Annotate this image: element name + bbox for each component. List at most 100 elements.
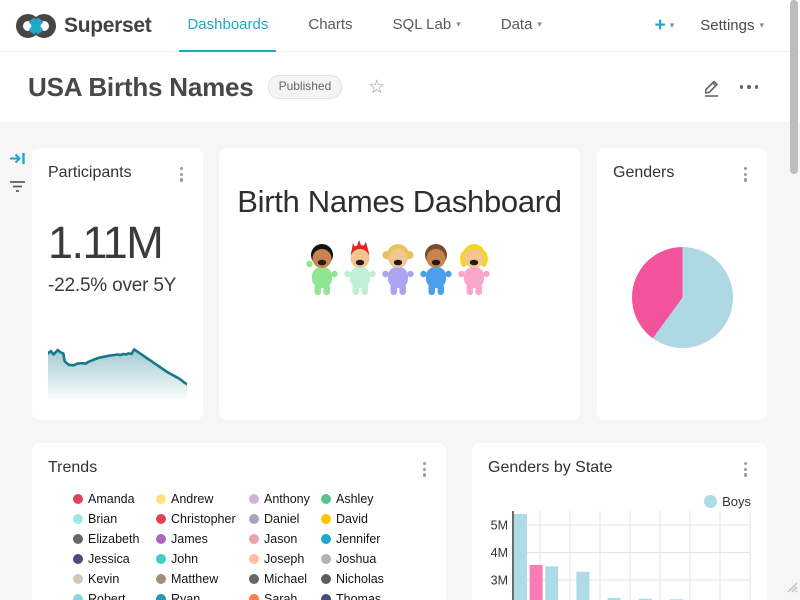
vertical-scrollbar-thumb[interactable] — [790, 0, 798, 174]
legend-label: Robert — [88, 592, 126, 600]
legend-swatch — [321, 554, 331, 564]
legend-item[interactable]: Kevin — [73, 569, 156, 589]
nav-tab-charts[interactable]: Charts — [300, 0, 360, 52]
legend-item[interactable]: James — [156, 529, 249, 549]
legend-label: Thomas — [336, 592, 381, 600]
legend-item[interactable]: Andrew — [156, 489, 249, 509]
legend-item[interactable]: Jessica — [73, 549, 156, 569]
legend-swatch — [156, 554, 166, 564]
legend-swatch — [321, 494, 331, 504]
legend-label: Ashley — [336, 492, 374, 506]
caret-down-icon: ▾ — [537, 20, 542, 29]
favorite-star-icon[interactable]: ☆ — [368, 76, 385, 99]
bar — [576, 572, 589, 600]
legend-swatch — [73, 594, 83, 600]
published-badge[interactable]: Published — [268, 75, 343, 99]
kebab-menu-icon[interactable] — [419, 459, 430, 480]
expand-filter-bar-icon[interactable] — [8, 150, 27, 167]
legend-item[interactable]: Elizabeth — [73, 529, 156, 549]
top-nav: Superset Dashboards Charts SQL Lab ▾ Dat… — [0, 0, 800, 52]
new-button[interactable]: + ▾ — [655, 16, 675, 35]
big-number-subheader: -22.5% over 5Y — [48, 275, 187, 297]
legend-item[interactable]: Amanda — [73, 489, 156, 509]
legend-label: Andrew — [171, 492, 213, 506]
legend-item[interactable]: Christopher — [156, 509, 249, 529]
brand-text: Superset — [64, 14, 151, 38]
caret-down-icon: ▾ — [759, 21, 764, 30]
dashboard-header: USA Births Names Published ☆ — [0, 52, 800, 122]
legend-swatch — [249, 554, 259, 564]
legend-label: Kevin — [88, 572, 119, 586]
legend-item[interactable]: Joseph — [249, 549, 321, 569]
legend-item[interactable]: Anthony — [249, 489, 321, 509]
legend-swatch — [73, 554, 83, 564]
genders-by-state-chart: 5M4M3M — [488, 505, 751, 600]
legend-label: Michael — [264, 572, 307, 586]
legend-swatch — [321, 514, 331, 524]
plus-icon: + — [655, 16, 666, 35]
trends-card: Trends Amanda Andrew Anthony Ashley Brian Chr… — [32, 443, 446, 600]
legend-item[interactable]: Sarah — [249, 589, 321, 600]
dashboard-grid: Participants 1.11M -22.5% over 5Y Birth … — [0, 122, 800, 600]
genders-by-state-card: Genders by State Boys 5M4M3M — [472, 443, 767, 600]
filter-bar-rail — [8, 150, 27, 194]
legend-label: Anthony — [264, 492, 310, 506]
participants-trend-chart — [48, 342, 187, 404]
legend-swatch — [249, 514, 259, 524]
chart-title: Genders — [613, 164, 674, 182]
legend-swatch — [321, 574, 331, 584]
bar — [530, 565, 543, 600]
legend-swatch — [156, 534, 166, 544]
legend-label: Elizabeth — [88, 532, 139, 546]
legend-item[interactable]: Brian — [73, 509, 156, 529]
legend-label: Sarah — [264, 592, 297, 600]
children-illustration — [235, 240, 564, 303]
legend-item[interactable]: Joshua — [321, 549, 405, 569]
legend-item[interactable]: Matthew — [156, 569, 249, 589]
kebab-menu-icon[interactable] — [740, 164, 751, 185]
legend-label: Amanda — [88, 492, 135, 506]
kebab-menu-icon[interactable] — [740, 459, 751, 480]
more-actions-icon[interactable] — [740, 85, 759, 89]
legend-swatch — [73, 574, 83, 584]
bar — [514, 514, 527, 600]
legend-label: John — [171, 552, 198, 566]
legend-swatch — [249, 534, 259, 544]
legend-label: David — [336, 512, 368, 526]
chart-title: Trends — [48, 459, 97, 477]
nav-tab-dashboards[interactable]: Dashboards — [179, 0, 276, 52]
legend-item[interactable]: Ryan — [156, 589, 249, 600]
resize-handle-icon[interactable] — [784, 579, 798, 598]
settings-menu[interactable]: Settings ▾ — [700, 17, 764, 34]
legend-label: Christopher — [171, 512, 236, 526]
genders-card: Genders — [597, 148, 767, 420]
legend-item[interactable]: Daniel — [249, 509, 321, 529]
legend-item[interactable]: David — [321, 509, 405, 529]
genders-pie — [632, 247, 733, 348]
kebab-menu-icon[interactable] — [176, 164, 187, 185]
nav-tab-sql-lab[interactable]: SQL Lab ▾ — [385, 0, 469, 52]
legend-swatch — [156, 594, 166, 600]
chart-title: Genders by State — [488, 459, 613, 477]
legend-item[interactable]: Jennifer — [321, 529, 405, 549]
legend-item[interactable]: Michael — [249, 569, 321, 589]
markdown-card: Birth Names Dashboard — [219, 148, 580, 420]
big-number-value: 1.11M — [48, 217, 187, 269]
legend-swatch — [249, 574, 259, 584]
legend-swatch — [156, 494, 166, 504]
legend-swatch — [73, 494, 83, 504]
legend-item[interactable]: Ashley — [321, 489, 405, 509]
legend-label: Joseph — [264, 552, 304, 566]
filter-icon[interactable] — [8, 179, 27, 194]
legend-swatch — [321, 534, 331, 544]
legend-item[interactable]: Thomas — [321, 589, 405, 600]
legend-item[interactable]: Robert — [73, 589, 156, 600]
superset-logo[interactable]: Superset — [16, 11, 151, 41]
chart-title: Participants — [48, 164, 132, 182]
legend-item[interactable]: Nicholas — [321, 569, 405, 589]
legend-label: James — [171, 532, 208, 546]
nav-tab-data[interactable]: Data ▾ — [493, 0, 550, 52]
legend-item[interactable]: John — [156, 549, 249, 569]
legend-item[interactable]: Jason — [249, 529, 321, 549]
edit-pencil-icon[interactable] — [701, 76, 722, 98]
